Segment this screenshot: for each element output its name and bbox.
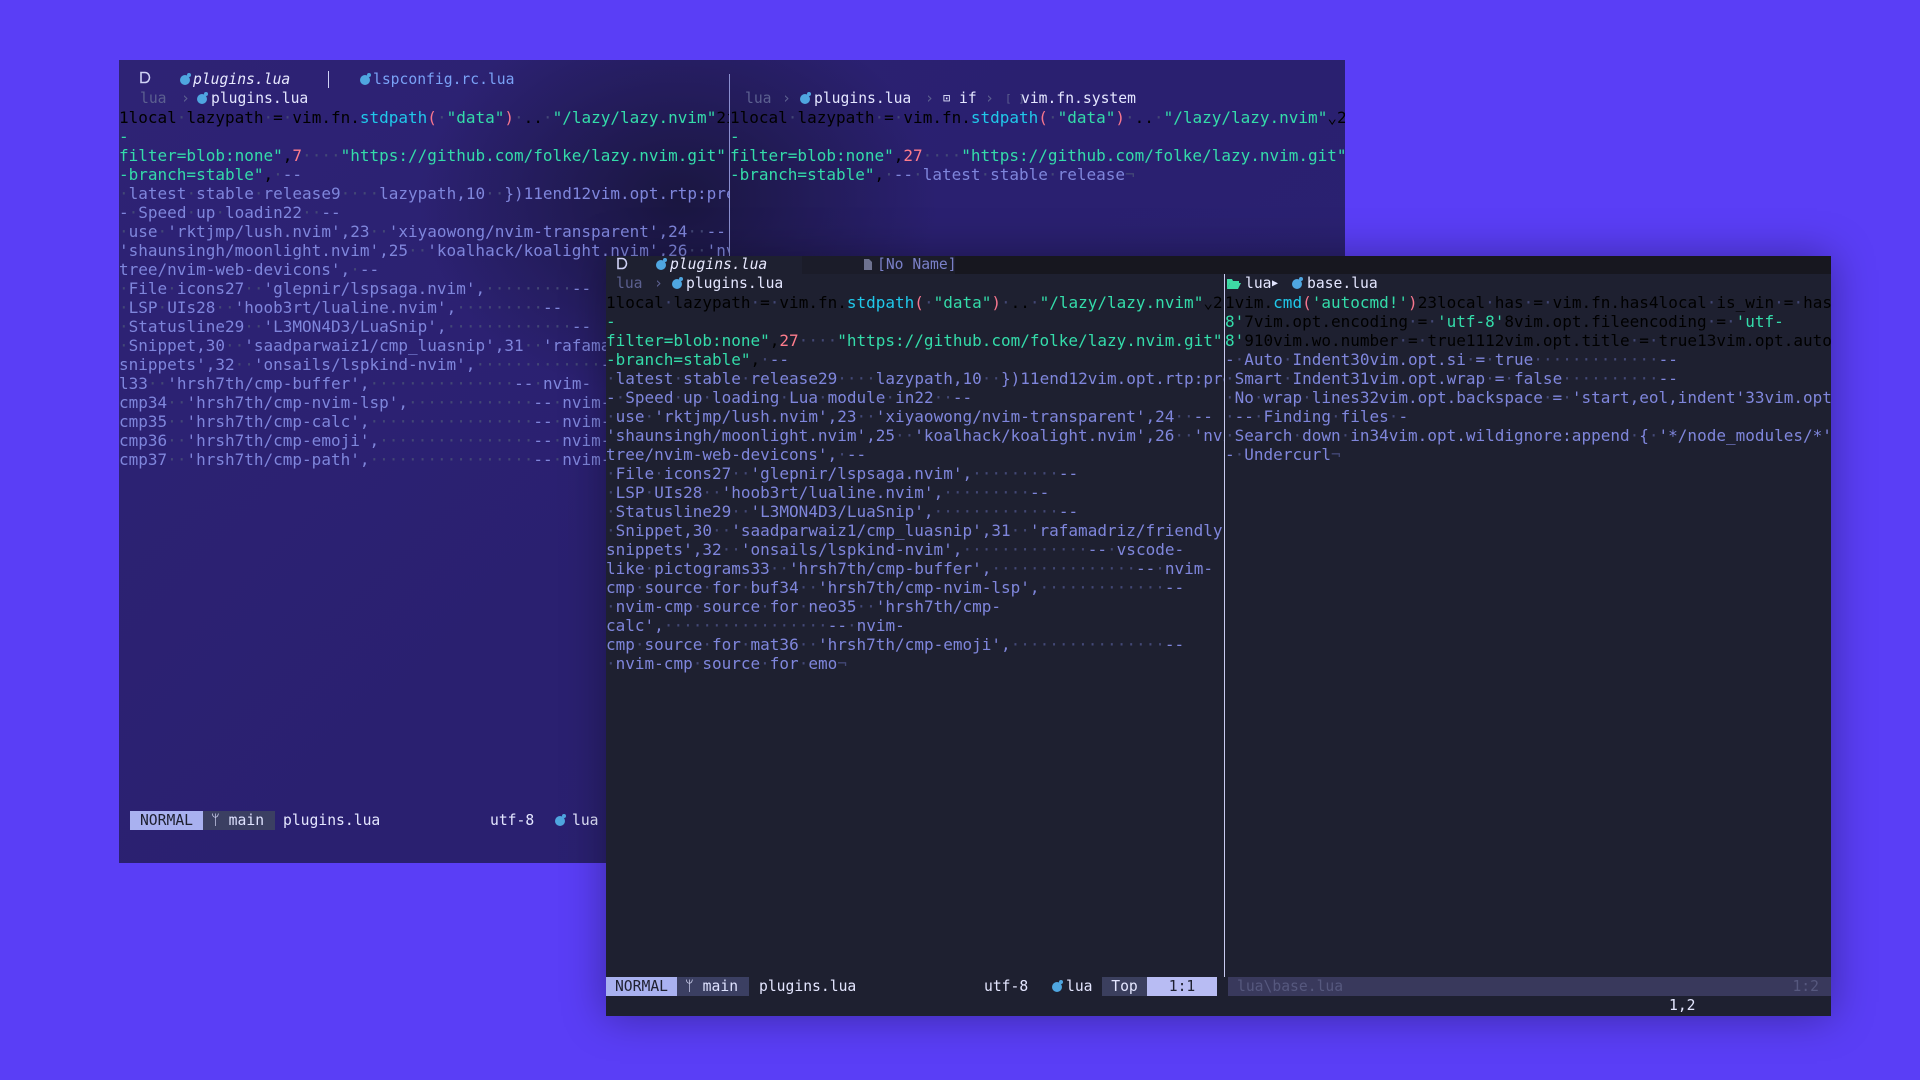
breadcrumb-item[interactable]: base.lua [1307,274,1378,293]
lua-icon [800,92,811,104]
file-name: plugins.lua [759,978,857,995]
editor-pane-right[interactable]: 1vim.cmd('autocmd!')23local·has·=·vim.fn… [1225,293,1831,977]
lua-icon [360,73,371,85]
breadcrumb-item[interactable]: plugins.lua [814,89,911,108]
lua-icon [197,92,208,104]
git-branch[interactable]: ᛘ main [203,811,275,830]
tab-no-name[interactable]: [No Name] [802,256,957,274]
branch-label: main [228,812,265,829]
lua-icon [555,814,566,826]
breadcrumb-item[interactable]: lua [1245,274,1272,293]
lua-icon [672,277,683,289]
lua-icon [1052,980,1063,992]
lua-icon [180,73,191,85]
breadcrumb-item[interactable]: plugins.lua [686,274,783,293]
branch-label: main [702,978,739,995]
chevron-right-icon: › [925,90,934,107]
cursor-position: 1:1 [1147,977,1217,996]
breadcrumb-item[interactable]: vim.fn.system [1021,89,1136,108]
tab-label: [No Name] [877,256,957,273]
file-name: plugins.lua [283,812,381,829]
folder-open-icon [1227,274,1241,293]
tab-label: plugins.lua [193,71,291,88]
chevron-right-icon: › [181,90,190,107]
breadcrumb-item[interactable]: plugins.lua [211,89,308,108]
breadcrumb-item[interactable]: lua [745,89,772,108]
editor-pane-left[interactable]: 1local·lazypath·=·vim.fn.stdpath(·"data"… [606,293,1224,977]
breadcrumb-item[interactable]: if [959,89,977,108]
front-editor-window: plugins.lua [No Name] lua › plugins.lua … [606,256,1831,1016]
chevron-right-icon: › [782,90,791,107]
scroll-indicator: Top [1102,977,1147,996]
inactive-statusline: lua\base.lua 1:2 [1228,977,1831,996]
tab-plugins-lua[interactable]: plugins.lua [606,256,802,274]
cursor-position: 1:2 [1792,978,1819,995]
encoding: utf-8 [490,812,535,829]
editor-pane-right[interactable]: 1local·lazypath·=·vim.fn.stdpath(·"data"… [730,108,1345,268]
file-icon [863,256,873,274]
mode-indicator: NORMAL [606,977,677,996]
breadcrumb-item[interactable]: lua [616,274,643,293]
cube-icon: ⊡ [943,91,951,105]
git-branch[interactable]: ᛘ main [677,977,749,996]
chevron-right-icon: › [654,275,663,292]
tab-separator [328,71,329,88]
lua-icon [656,258,667,270]
file-path: lua\base.lua [1237,978,1344,995]
breadcrumb-item[interactable]: lua [140,89,167,108]
chevron-right-icon: › [985,90,994,107]
git-branch-icon: ᛘ [685,978,694,995]
tab-label: plugins.lua [670,256,768,273]
lua-icon [1292,277,1303,289]
sidebar-toggle-icon[interactable] [139,70,151,89]
caret-right-icon: ▶ [1272,278,1279,289]
filetype: lua [572,812,599,829]
command-line-ruler: 1,2 [1669,997,1696,1014]
filetype: lua [1066,978,1093,995]
tab-label: lspconfig.rc.lua [373,71,515,88]
encoding: utf-8 [984,978,1029,995]
git-branch-icon: ᛘ [211,812,220,829]
sidebar-toggle-icon[interactable] [616,256,628,275]
mode-indicator: NORMAL [130,811,203,830]
